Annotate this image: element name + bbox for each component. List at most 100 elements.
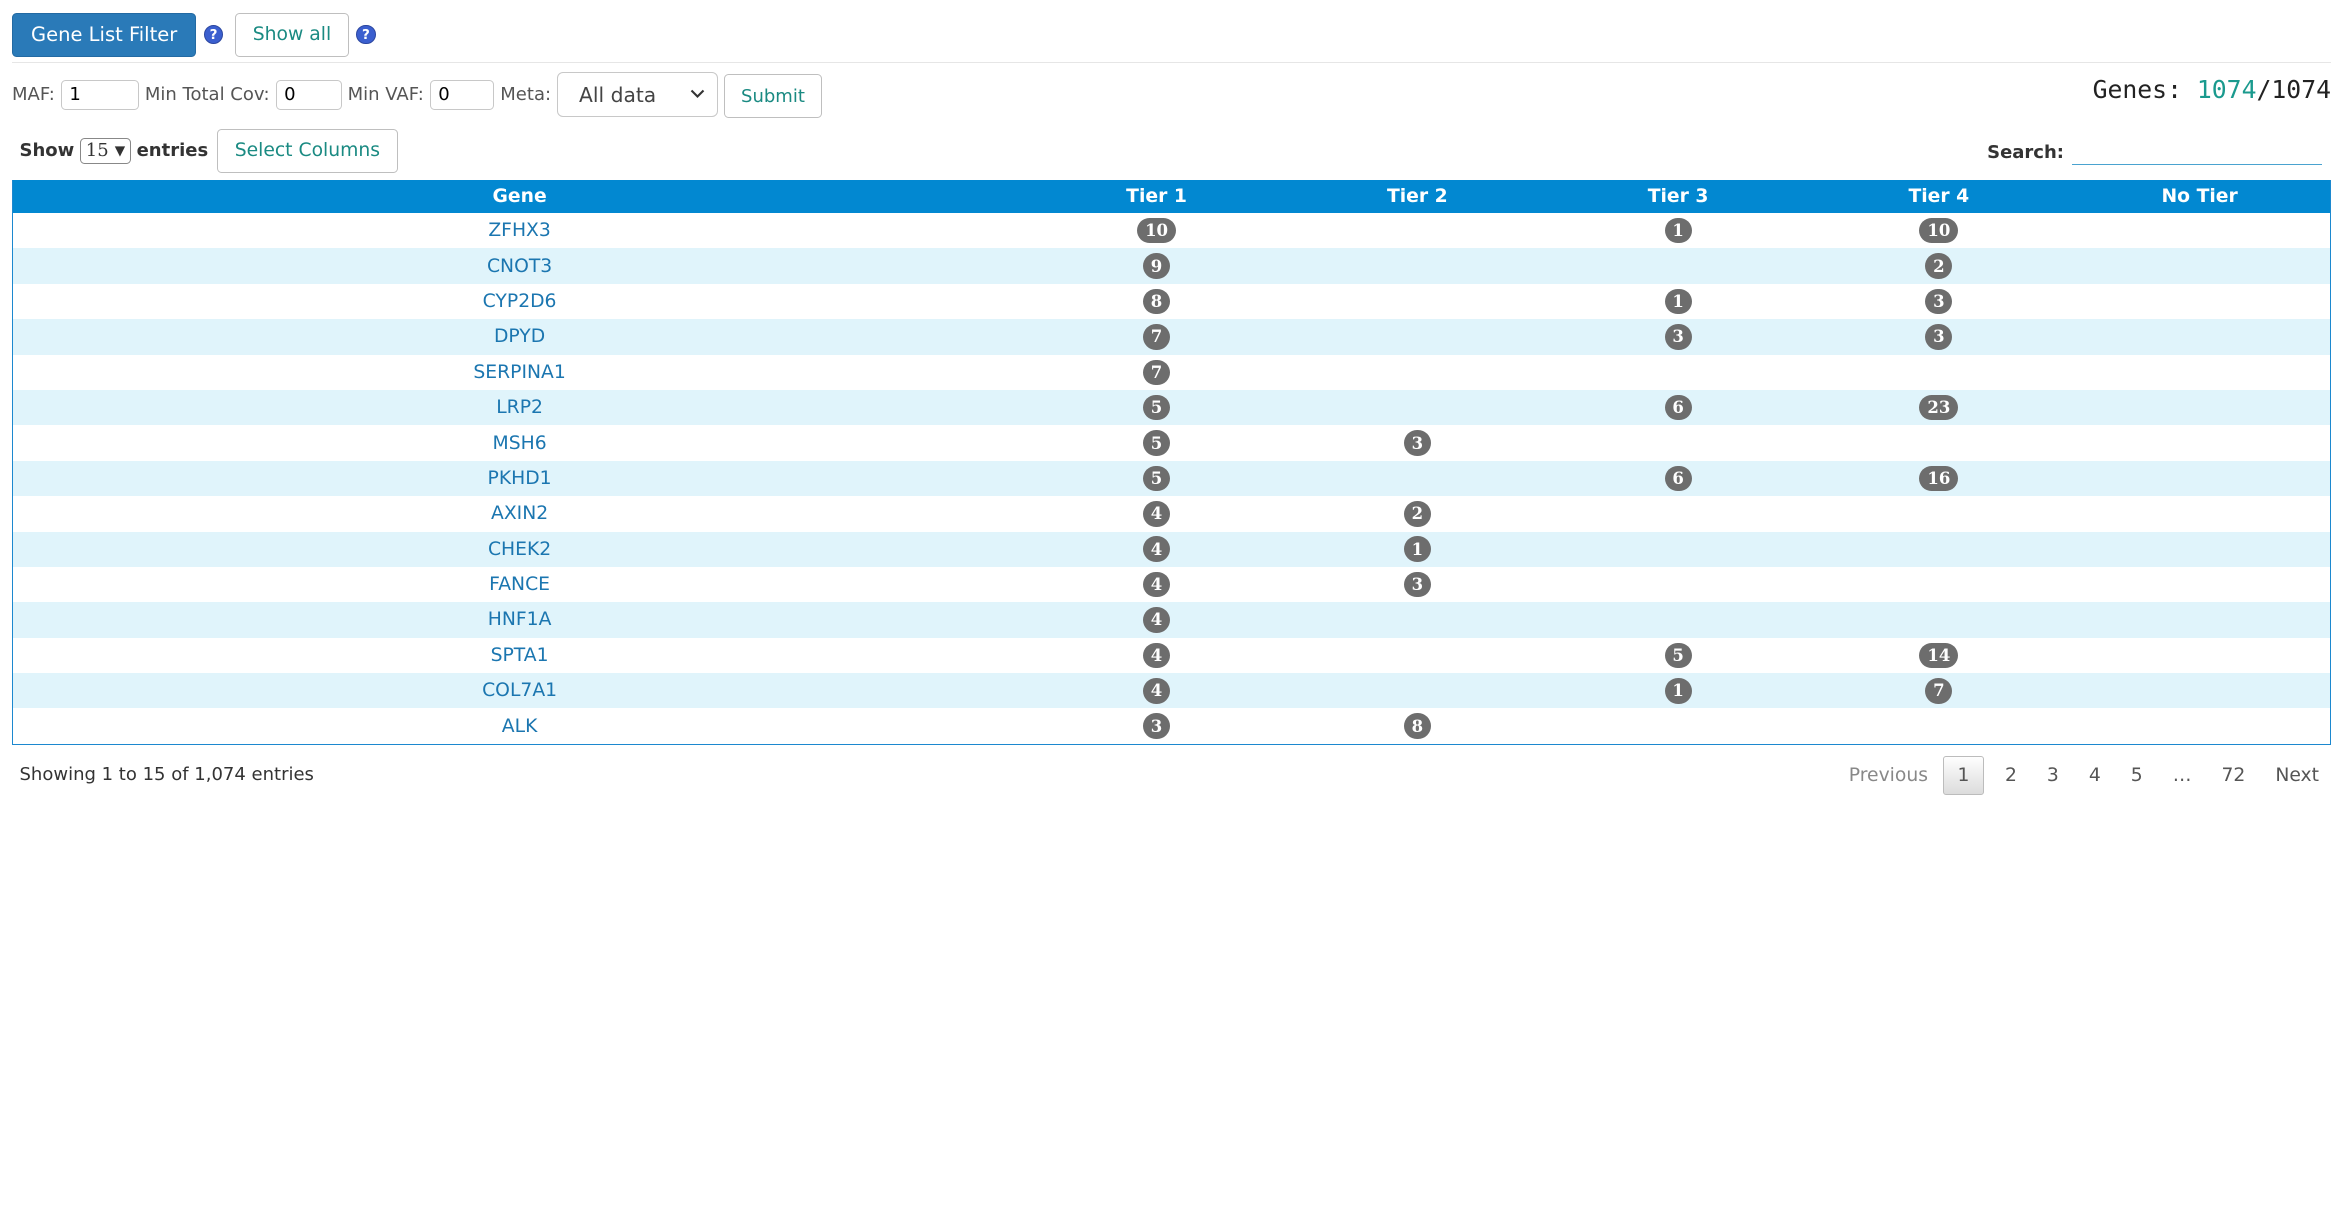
count-badge[interactable]: 3 [1925, 288, 1953, 315]
tier-cell: 5 [1026, 394, 1287, 421]
gene-link[interactable]: ZFHX3 [488, 220, 551, 241]
tier-cell: 9 [1026, 253, 1287, 279]
column-header[interactable]: Tier 4 [1808, 186, 2069, 207]
count-badge[interactable]: 10 [1919, 217, 1959, 244]
gene-link[interactable]: PKHD1 [488, 468, 552, 489]
column-header[interactable]: No Tier [2069, 186, 2330, 207]
meta-select[interactable]: All data [557, 72, 718, 117]
gene-cell: CHEK2 [13, 539, 1026, 560]
column-header[interactable]: Tier 1 [1026, 186, 1287, 207]
tier-cell: 4 [1026, 501, 1287, 527]
count-badge[interactable]: 3 [1403, 430, 1431, 456]
page-length-select[interactable]: 15 ▼ [80, 137, 131, 164]
count-badge[interactable]: 4 [1143, 678, 1171, 704]
gene-link[interactable]: CNOT3 [487, 256, 552, 277]
count-badge[interactable]: 1 [1664, 217, 1692, 244]
table-row: ZFHX3 10 1 10 [13, 213, 2330, 248]
gene-cell: CNOT3 [13, 256, 1026, 277]
tier-cell: 14 [1808, 642, 2069, 669]
tier-cell: 1 [1287, 536, 1548, 562]
page-button[interactable]: 72 [2206, 765, 2260, 786]
count-badge[interactable]: 5 [1143, 394, 1171, 421]
count-badge[interactable]: 6 [1664, 465, 1692, 492]
gene-link[interactable]: SERPINA1 [473, 362, 565, 383]
count-badge[interactable]: 16 [1919, 465, 1959, 492]
column-header[interactable]: Tier 3 [1548, 186, 1809, 207]
count-badge[interactable]: 4 [1143, 501, 1171, 527]
column-header[interactable]: Tier 2 [1287, 186, 1548, 207]
table-row: PKHD1 5 6 16 [13, 460, 2330, 497]
help-icon[interactable]: ? [356, 24, 376, 45]
gene-link[interactable]: ALK [502, 716, 538, 737]
gene-link[interactable]: CYP2D6 [483, 291, 557, 312]
tier-cell: 8 [1287, 713, 1548, 739]
next-page-button[interactable]: Next [2260, 765, 2334, 786]
table-info: Showing 1 to 15 of 1,074 entries [19, 763, 314, 785]
count-badge[interactable]: 7 [1143, 324, 1171, 350]
count-badge[interactable]: 2 [1925, 253, 1953, 279]
count-badge[interactable]: 3 [1143, 713, 1171, 739]
maf-input[interactable] [60, 79, 139, 110]
gene-link[interactable]: LRP2 [496, 397, 543, 418]
count-badge[interactable]: 23 [1919, 394, 1959, 421]
select-columns-button[interactable]: Select Columns [217, 128, 398, 173]
filter-bar: MAF: Min Total Cov: Min VAF: Meta: All d… [12, 71, 823, 119]
column-header[interactable]: Gene [13, 186, 1026, 207]
count-badge[interactable]: 5 [1143, 430, 1171, 456]
submit-button[interactable]: Submit [723, 74, 823, 118]
gene-link[interactable]: DPYD [494, 326, 545, 347]
count-badge[interactable]: 1 [1664, 288, 1692, 315]
count-badge[interactable]: 7 [1143, 359, 1171, 385]
min-vaf-input[interactable] [429, 79, 495, 110]
count-badge[interactable]: 6 [1664, 394, 1692, 421]
gene-link[interactable]: COL7A1 [482, 680, 557, 701]
count-badge[interactable]: 8 [1143, 288, 1171, 315]
count-badge[interactable]: 4 [1143, 607, 1171, 633]
genes-sep: / [2256, 75, 2272, 104]
count-badge[interactable]: 9 [1143, 253, 1171, 279]
count-badge[interactable]: 1 [1664, 678, 1692, 704]
count-badge[interactable]: 4 [1143, 642, 1171, 669]
min-total-cov-input[interactable] [275, 79, 342, 110]
gene-link[interactable]: AXIN2 [491, 503, 548, 524]
count-badge[interactable]: 14 [1919, 642, 1959, 669]
show-all-button[interactable]: Show all [235, 12, 349, 57]
count-badge[interactable]: 3 [1925, 324, 1953, 350]
gene-link[interactable]: CHEK2 [488, 539, 551, 560]
count-badge[interactable]: 3 [1403, 571, 1431, 598]
help-icon[interactable]: ? [203, 24, 224, 45]
tier-cell: 2 [1287, 501, 1548, 527]
tier-cell: 10 [1026, 217, 1287, 244]
count-badge[interactable]: 5 [1664, 642, 1692, 669]
tier-cell: 1 [1548, 678, 1809, 704]
table-row: LRP2 5 6 23 [13, 389, 2330, 426]
page-button[interactable]: 2 [1990, 765, 2032, 786]
pagination: Previous 1 2 3 4 5 … 72 Next [1834, 755, 2334, 797]
count-badge[interactable]: 10 [1137, 217, 1177, 244]
page-button[interactable]: 5 [2116, 765, 2158, 786]
count-badge[interactable]: 7 [1925, 678, 1953, 704]
count-badge[interactable]: 5 [1143, 465, 1171, 492]
count-badge[interactable]: 8 [1403, 713, 1431, 739]
tier-cell: 3 [1026, 713, 1287, 739]
page-button[interactable]: 3 [2032, 765, 2074, 786]
gene-list-filter-button[interactable]: Gene List Filter [12, 12, 197, 57]
page-button[interactable]: 1 [1943, 756, 1984, 795]
gene-cell: AXIN2 [13, 503, 1026, 524]
count-badge[interactable]: 3 [1664, 324, 1692, 350]
search-input[interactable] [2071, 140, 2322, 165]
gene-link[interactable]: SPTA1 [491, 645, 549, 666]
count-badge[interactable]: 4 [1143, 571, 1171, 598]
tier-cell: 4 [1026, 642, 1287, 669]
min-total-cov-label: Min Total Cov: [144, 84, 270, 105]
gene-link[interactable]: MSH6 [493, 433, 547, 454]
previous-page-button[interactable]: Previous [1834, 765, 1943, 786]
page-button[interactable]: 4 [2074, 765, 2116, 786]
count-badge[interactable]: 2 [1403, 501, 1431, 527]
gene-link[interactable]: HNF1A [488, 609, 552, 630]
gene-link[interactable]: FANCE [489, 574, 550, 595]
count-badge[interactable]: 4 [1143, 536, 1171, 562]
table-row: FANCE 4 3 [13, 567, 2330, 602]
tier-cell: 6 [1548, 465, 1809, 492]
count-badge[interactable]: 1 [1403, 536, 1431, 562]
